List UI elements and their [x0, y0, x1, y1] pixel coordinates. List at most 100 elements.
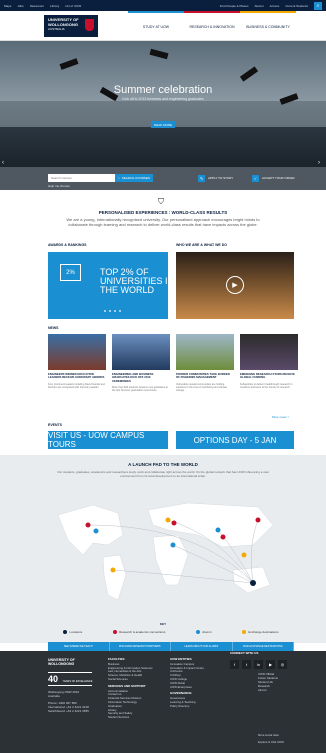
social-links: UOW Official Future Students Student Lif… — [258, 672, 278, 692]
switchboard-phone: Switchboard: +61 2 4221 3555 — [48, 709, 89, 713]
accept-offer-link[interactable]: ✓ ACCEPT YOUR OFFER — [252, 174, 295, 182]
options-day-button[interactable]: OPTIONS DAY - 5 JAN — [176, 431, 294, 449]
social-icons: f t in ▶ ◎ — [230, 660, 287, 669]
news-item[interactable]: ENGINEERS WINNER EDUCATION LEADERS RECEI… — [48, 334, 106, 392]
topbar-link-jobs[interactable]: Jobs — [17, 4, 23, 8]
footer-address: Wollongong NSW 2522 Australia Phone: 130… — [48, 690, 89, 713]
carousel-dots[interactable] — [104, 310, 121, 312]
nav-business[interactable]: BUSINESS & COMMUNITY — [240, 11, 296, 41]
accept-label: ACCEPT YOUR OFFER — [262, 176, 295, 180]
legend-research[interactable]: Research & academic connections — [113, 630, 165, 634]
apply-to-study-link[interactable]: ✎ APPLY TO STUDY — [198, 174, 233, 182]
university-crest-icon: ⛉ — [158, 197, 164, 206]
map-filter-buttons: SEE WHERE WE TEACH DISCOVER RESEARCH PAR… — [48, 642, 294, 651]
news-list: ENGINEERS WINNER EDUCATION LEADERS RECEI… — [48, 334, 298, 392]
course-search-input[interactable] — [48, 174, 115, 182]
news-image — [112, 334, 170, 370]
news-text: Vulnerable coastal communities are holdi… — [176, 382, 227, 392]
chevron-right-icon[interactable]: › — [318, 159, 324, 167]
footer-link[interactable]: Student Services — [108, 715, 152, 720]
news-image — [48, 334, 106, 370]
footer-link[interactable]: UOW Enterprises — [170, 685, 204, 690]
news-title[interactable]: ENGINEERING AND BUSINESS GRADUATES KICK … — [112, 372, 170, 383]
main-nav: STUDY AT UOW RESEARCH & INNOVATION BUSIN… — [128, 11, 296, 41]
legend-alumni[interactable]: Alumni — [196, 630, 211, 634]
youtube-icon[interactable]: ▶ — [266, 660, 275, 669]
award-text: TOP 2% OF UNIVERSITIES IN THE WORLD — [100, 267, 168, 295]
news-heading: NEWS — [48, 326, 59, 330]
forty-years-badge: 40 YEARS OF EXCELLENCE — [48, 672, 93, 686]
footer-logo[interactable]: UNIVERSITY OF WOLLONGONG — [48, 658, 82, 666]
topbar-right: Find People & Places Alumni Access Curre… — [220, 1, 322, 10]
africa-shape — [152, 534, 189, 586]
south-america-shape — [102, 554, 127, 601]
north-america-shape — [57, 504, 124, 556]
chevron-left-icon[interactable]: ‹ — [2, 159, 8, 167]
who-we-are-video[interactable]: ▶ — [176, 252, 294, 319]
connect-title-wrap: CONNECT WITH US — [230, 651, 258, 657]
explore-visit-link[interactable]: Explore & Visit UOW — [258, 740, 284, 744]
news-item[interactable]: ENGINEERING AND BUSINESS GRADUATES KICK … — [112, 334, 170, 392]
nav-research[interactable]: RESEARCH & INNOVATION — [184, 11, 240, 41]
top-utility-bar: Maps Jobs Newsroom Library Uni of UOW Fi… — [0, 0, 326, 11]
news-title[interactable]: ENGINEERS WINNER EDUCATION LEADERS RECEI… — [48, 372, 106, 380]
where-we-teach-button[interactable]: SEE WHERE WE TEACH — [48, 642, 110, 651]
awards-heading: AWARDS & RANKINGS — [48, 243, 87, 247]
hero-title: Summer celebration — [113, 84, 213, 96]
topbar-current-students[interactable]: Current Students — [285, 4, 308, 8]
topbar-link-library[interactable]: Library — [50, 4, 59, 8]
world-map[interactable] — [48, 485, 294, 615]
news-text: More than 600 students became new gradua… — [112, 386, 168, 393]
footer-logo-line-2: WOLLONGONG — [48, 662, 75, 666]
topbar-link-newsroom[interactable]: Newsroom — [30, 4, 44, 8]
help-me-choose-link[interactable]: Help me choose — [48, 184, 70, 188]
legend-locations[interactable]: Locations — [63, 630, 82, 634]
university-logo[interactable]: UNIVERSITY OF WOLLONGONG AUSTRALIA — [44, 15, 98, 37]
hero-crowd-image — [0, 127, 326, 167]
map-legend: Locations Research & academic connection… — [48, 630, 294, 634]
pencil-icon: ✎ — [198, 174, 205, 182]
alumni-button[interactable]: LEARN ABOUT OUR ALUMNI — [171, 642, 233, 651]
topbar-access[interactable]: Access — [270, 4, 280, 8]
news-title[interactable]: POORER COMMUNITIES TAKE BURDEN OF FISHER… — [176, 372, 234, 380]
address-line-2: Australia — [48, 694, 60, 698]
nav-study[interactable]: STUDY AT UOW — [128, 11, 184, 41]
news-image — [176, 334, 234, 370]
topbar-alumni[interactable]: Alumni — [254, 4, 263, 8]
events-heading: EVENTS — [48, 423, 63, 427]
news-title[interactable]: EMERGING RESEARCH STARS RECEIVE GLOBAL F… — [240, 372, 298, 380]
years-number: 40 — [48, 674, 59, 684]
twitter-icon[interactable]: t — [242, 660, 251, 669]
instagram-icon[interactable]: ◎ — [278, 660, 287, 669]
research-partners-button[interactable]: DISCOVER RESEARCH PARTNERS — [109, 642, 171, 651]
hero-read-more-button[interactable]: READ MORE — [151, 121, 175, 128]
more-social-link[interactable]: More social sites — [258, 733, 279, 737]
search-icon[interactable]: ⌕ — [314, 1, 322, 10]
exchange-destinations-button[interactable]: FIND EXCHANGE DESTINATIONS — [232, 642, 294, 651]
award-badge: 2% — [60, 264, 81, 281]
linkedin-icon[interactable]: in — [254, 660, 263, 669]
topbar-link-maps[interactable]: Maps — [4, 4, 11, 8]
services-title: SERVICES AND SUPPORT — [108, 683, 146, 688]
campus-tours-button[interactable]: VISIT US - UOW CAMPUS TOURS — [48, 431, 168, 449]
legend-exchange[interactable]: Exchange destinations — [242, 630, 279, 634]
apply-label: APPLY TO STUDY — [208, 176, 234, 180]
news-item[interactable]: POORER COMMUNITIES TAKE BURDEN OF FISHER… — [176, 334, 234, 392]
news-text: Fellowships to deliver breakthrough rese… — [240, 382, 293, 389]
hero-subtitle: Kick off to 2013 business and engineerin… — [122, 97, 204, 101]
more-news-link[interactable]: More news > — [272, 415, 289, 419]
topbar-link-uni[interactable]: Uni of UOW — [65, 4, 81, 8]
news-image — [240, 334, 298, 370]
awards-carousel[interactable]: 2% TOP 2% OF UNIVERSITIES IN THE WORLD — [48, 252, 168, 319]
facebook-icon[interactable]: f — [230, 660, 239, 669]
footer-link[interactable]: Policy Directory — [170, 704, 204, 709]
news-item[interactable]: EMERGING RESEARCH STARS RECEIVE GLOBAL F… — [240, 334, 298, 392]
topbar-find-people[interactable]: Find People & Places — [220, 4, 249, 8]
map-key-title: KEY — [159, 622, 167, 626]
play-icon[interactable]: ▶ — [226, 276, 244, 294]
social-link[interactable]: Alumni — [258, 688, 278, 692]
search-courses-label: SEARCH COURSES — [121, 176, 150, 180]
footer-link[interactable]: Social Sciences — [108, 677, 152, 682]
search-courses-button[interactable]: ⌕ SEARCH COURSES — [115, 174, 153, 182]
hero-banner: ‹ › — [0, 41, 326, 167]
